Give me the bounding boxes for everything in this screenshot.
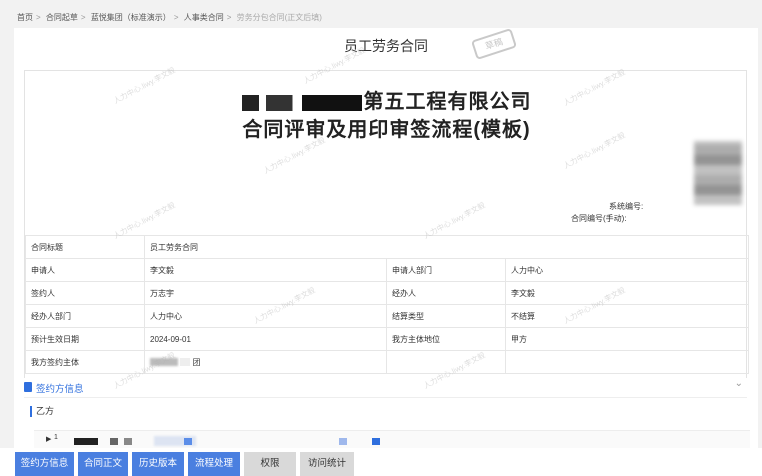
breadcrumb-draft[interactable]: 合同起草 [46,13,78,22]
qr-code-icon [694,141,742,205]
table-row: 我方签约主体 团 [25,350,749,374]
info-table: 合同标题 员工劳务合同 申请人 李文毅 申请人部门 人力中心 签约人 万志宇 经… [25,235,749,374]
redacted-text [372,438,380,445]
field-label: 预计生效日期 [25,327,145,351]
chevron-down-icon[interactable]: ⌄ [735,378,743,389]
redacted-text [150,358,178,367]
table-row: 预计生效日期 2024-09-01 我方主体地位 甲方 [25,327,749,351]
breadcrumb-current: 劳务分包合同(正文后填) [236,13,322,22]
field-label: 我方主体地位 [386,327,506,351]
field-value: 万志宇 [144,281,387,305]
signer-section-header[interactable]: 签约方信息 ⌄ [24,378,747,398]
breadcrumb-category[interactable]: 人事类合同 [184,13,224,22]
expand-arrow-icon[interactable]: ▶ [46,435,51,443]
company-name: 第五工程有限公司 [25,85,748,114]
contract-number-label: 合同编号(手动): [571,214,627,223]
field-label: 经办人 [386,281,506,305]
field-label: 申请人部门 [386,258,506,282]
field-value: 李文毅 [505,281,749,305]
field-value [505,350,749,374]
redacted-text [180,358,191,367]
redacted-text [74,438,98,445]
flow-title: 合同评审及用印审签流程(模板) [242,119,531,141]
redacted-company-prefix [241,94,362,111]
field-value: 人力中心 [144,304,387,328]
field-label: 结算类型 [386,304,506,328]
field-label: 申请人 [25,258,145,282]
field-value: 团 [144,350,387,374]
field-value: 甲方 [505,327,749,351]
redacted-text [110,438,118,445]
document-icon [24,382,32,392]
redacted-text [339,438,347,445]
field-value: 2024-09-01 [144,327,387,351]
table-row: 签约人 万志宇 经办人 李文毅 [25,281,749,305]
tab-workflow[interactable]: 流程处理 [188,452,240,476]
tab-history[interactable]: 历史版本 [132,452,184,476]
document-paper: 员工劳务合同 草稿 第五工程有限公司 合同评审及用印审签流程(模板) 系统编号:… [14,28,758,448]
row-index: 1 [54,434,58,441]
field-label: 合同标题 [25,235,145,259]
tab-access-stats[interactable]: 访问统计 [300,452,354,476]
field-label: 经办人部门 [25,304,145,328]
party-b-label: 乙方 [30,406,54,417]
tab-contract-text[interactable]: 合同正文 [78,452,128,476]
page-title: 员工劳务合同 [344,38,428,54]
table-row: 合同标题 员工劳务合同 [25,235,749,259]
table-row: 经办人部门 人力中心 结算类型 不结算 [25,304,749,328]
list-item[interactable]: ▶ 1 [34,430,750,448]
redacted-text [184,438,192,445]
redacted-text [124,438,132,445]
tab-signer-info[interactable]: 签约方信息 [15,452,74,476]
bottom-tab-bar: 签约方信息 合同正文 历史版本 流程处理 权限 访问统计 [0,448,762,476]
field-value: 不结算 [505,304,749,328]
breadcrumb-group[interactable]: 蓝悦集团（标准演示） [91,13,171,22]
field-value: 人力中心 [505,258,749,282]
table-row: 申请人 李文毅 申请人部门 人力中心 [25,258,749,282]
field-label [386,350,506,374]
system-number-label: 系统编号: [609,202,644,211]
field-label: 我方签约主体 [25,350,145,374]
form-frame: 第五工程有限公司 合同评审及用印审签流程(模板) 系统编号: 合同编号(手动):… [24,70,749,378]
section-label: 签约方信息 [36,384,84,395]
field-label: 签约人 [25,281,145,305]
tab-permissions[interactable]: 权限 [244,452,296,476]
field-value: 员工劳务合同 [144,235,749,259]
field-value: 李文毅 [144,258,387,282]
breadcrumb-home[interactable]: 首页 [17,13,33,22]
